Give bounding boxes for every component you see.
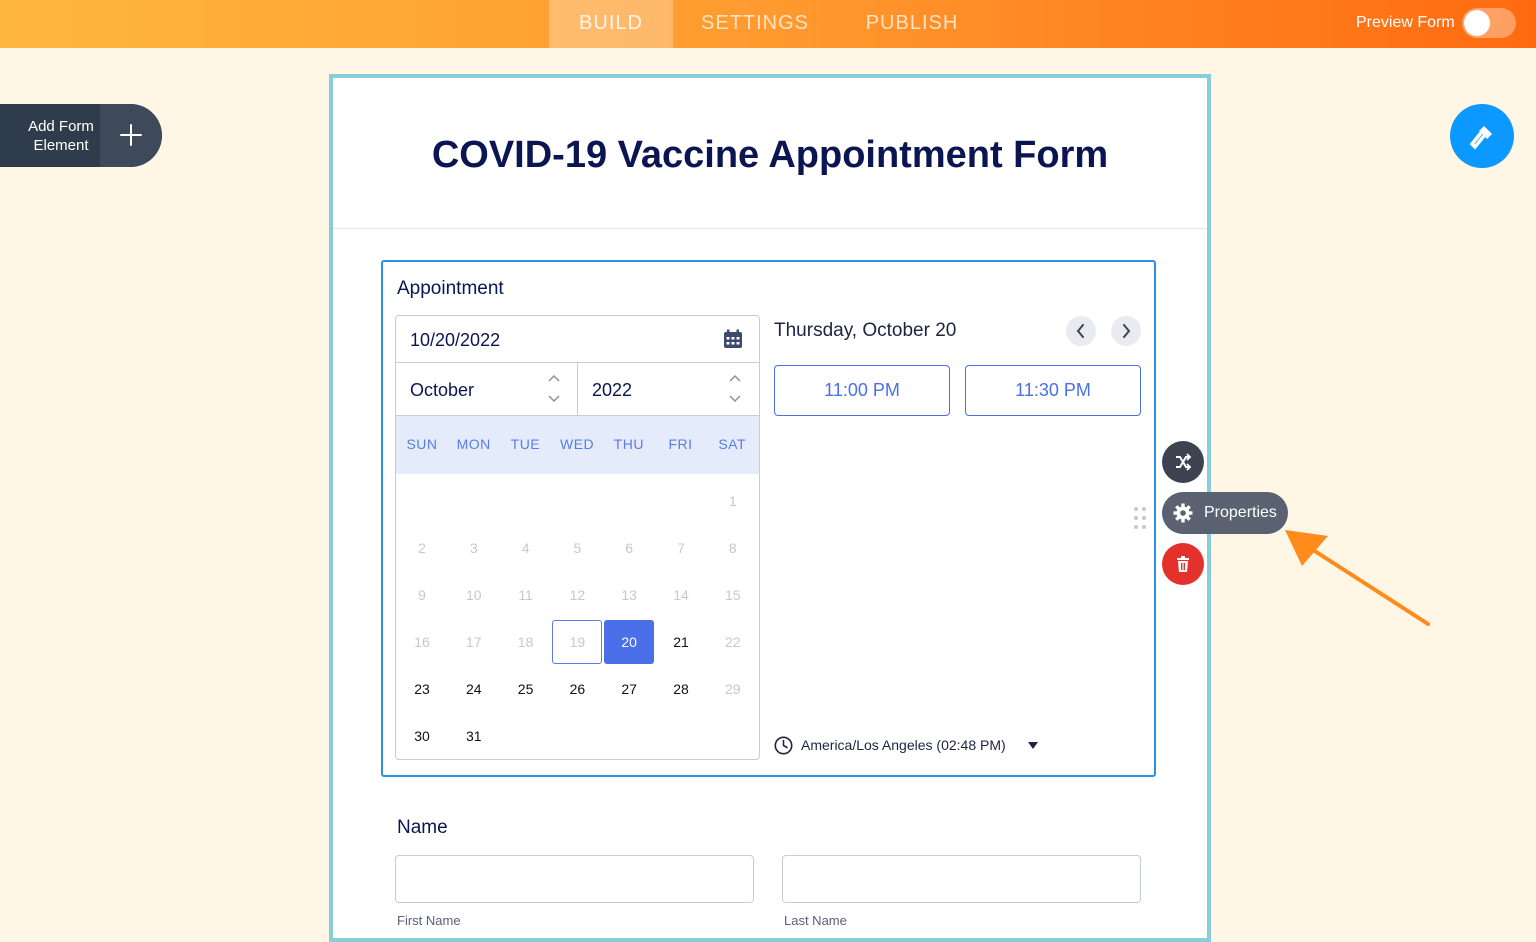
month-value: October: [410, 380, 475, 400]
properties-label: Properties: [1204, 504, 1277, 521]
plus-button[interactable]: [100, 104, 162, 167]
calendar-day[interactable]: 27: [604, 667, 654, 711]
calendar-day[interactable]: 30: [397, 714, 447, 758]
add-form-element-label: Add Form Element: [28, 118, 94, 154]
calendar-day[interactable]: 28: [656, 667, 706, 711]
year-spinner-icon[interactable]: [728, 373, 742, 405]
calendar-day[interactable]: 31: [449, 714, 499, 758]
shuffle-icon: [1176, 453, 1192, 471]
preview-form-toggle[interactable]: [1462, 8, 1516, 38]
weekday-label: SAT: [718, 436, 747, 452]
calendar-day: 1: [728, 493, 737, 509]
timezone-label: America/Los Angeles (02:48 PM): [801, 737, 1006, 753]
year-select[interactable]: 2022: [578, 363, 759, 416]
calendar-day: 9: [418, 587, 426, 603]
weekday-label: MON: [456, 436, 491, 452]
add-form-element-button[interactable]: Add Form Element: [0, 104, 162, 167]
calendar-day: 5: [573, 540, 582, 556]
last-name-sublabel: Last Name: [784, 913, 847, 928]
weekday-label: FRI: [668, 436, 693, 452]
time-slot[interactable]: 11:00 PM: [774, 365, 950, 416]
gear-icon: [1173, 503, 1193, 523]
calendar-day: 17: [466, 634, 482, 650]
appointment-label: Appointment: [397, 278, 504, 299]
calendar-day: 18: [517, 634, 534, 650]
chevron-right-icon: [1123, 324, 1131, 338]
weekday-header: SUN MON TUE WED THU FRI SAT: [396, 416, 759, 474]
year-value: 2022: [592, 380, 633, 400]
properties-button[interactable]: Properties: [1162, 492, 1288, 534]
month-spinner-icon[interactable]: [547, 373, 561, 405]
month-select[interactable]: October: [396, 363, 578, 416]
selected-day-heading: Thursday, October 20: [774, 320, 957, 341]
last-name-input[interactable]: [782, 855, 1141, 903]
tab-build[interactable]: BUILD: [549, 0, 673, 48]
weekday-label: SUN: [406, 436, 438, 452]
form-designer-button[interactable]: [1450, 104, 1514, 168]
calendar-day: 7: [677, 540, 685, 556]
calendar-day: 3: [469, 540, 478, 556]
annotation-arrow-icon: [1285, 530, 1430, 626]
paint-roller-icon: [1469, 126, 1492, 150]
calendar-day[interactable]: 26: [552, 667, 602, 711]
calendar-icon[interactable]: [723, 329, 743, 349]
calendar-day[interactable]: 25: [501, 667, 551, 711]
form-title[interactable]: COVID-19 Vaccine Appointment Form: [333, 134, 1207, 177]
title-divider: [333, 228, 1207, 229]
date-input[interactable]: 10/20/2022: [396, 316, 759, 363]
next-day-button[interactable]: [1111, 316, 1141, 346]
calendar-day: 29: [725, 681, 741, 697]
prev-day-button[interactable]: [1066, 316, 1096, 346]
chevron-left-icon: [1076, 324, 1084, 338]
weekday-label: WED: [560, 436, 595, 452]
calendar-day: 14: [673, 587, 689, 603]
calendar-day: 15: [725, 587, 741, 603]
calendar-day: 22: [725, 634, 741, 650]
delete-button[interactable]: [1162, 543, 1204, 585]
time-slot[interactable]: 11:30 PM: [965, 365, 1141, 416]
calendar-day[interactable]: 23: [397, 667, 447, 711]
calendar-day: 2: [418, 540, 426, 556]
first-name-input[interactable]: [395, 855, 754, 903]
calendar-day: 13: [621, 587, 637, 603]
name-label: Name: [397, 817, 448, 838]
top-bar: BUILD SETTINGS PUBLISH Preview Form: [0, 0, 1536, 48]
plus-icon: [120, 124, 142, 146]
tab-settings[interactable]: SETTINGS: [690, 0, 820, 48]
shuffle-button[interactable]: [1162, 441, 1204, 483]
calendar-day[interactable]: 19: [552, 620, 603, 664]
calendar-day: 12: [569, 587, 586, 603]
weekday-label: TUE: [510, 436, 541, 452]
calendar-day: 16: [414, 634, 430, 650]
calendar-day: 6: [625, 540, 634, 556]
tab-publish[interactable]: PUBLISH: [852, 0, 972, 48]
trash-icon: [1177, 556, 1189, 572]
calendar-day: 8: [728, 540, 737, 556]
date-value: 10/20/2022: [410, 330, 501, 350]
calendar: 10/20/2022 October 2022 SUN MON TUE WED THU F…: [395, 315, 760, 760]
calendar-day[interactable]: 20: [604, 620, 655, 664]
toggle-knob: [1464, 10, 1490, 36]
preview-form-label: Preview Form: [1356, 14, 1455, 31]
calendar-day: 4: [521, 540, 530, 556]
caret-down-icon: [1028, 742, 1038, 749]
first-name-sublabel: First Name: [397, 913, 461, 928]
calendar-day: 10: [466, 587, 482, 603]
calendar-day: 11: [518, 587, 533, 603]
calendar-day[interactable]: 24: [449, 667, 499, 711]
drag-handle-icon[interactable]: [1133, 506, 1147, 530]
clock-icon: [774, 736, 793, 755]
weekday-label: THU: [613, 436, 644, 452]
calendar-day[interactable]: 21: [656, 620, 706, 664]
